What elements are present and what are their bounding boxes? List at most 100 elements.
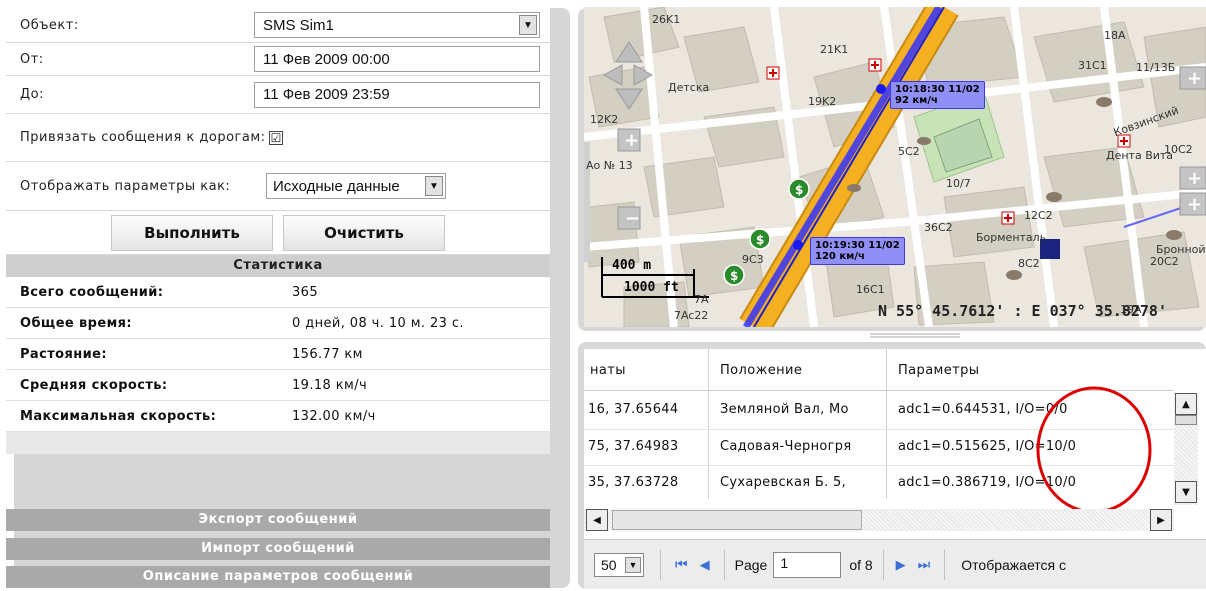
column-header-params[interactable]: Параметры [898, 363, 979, 378]
tooltip-time: 10:18:30 11/02 [895, 84, 980, 95]
tooltip-time: 10:19:30 11/02 [815, 240, 900, 251]
cell-coordinates: 16, 37.65644 [588, 402, 679, 417]
first-page-icon[interactable]: ⏮ [675, 556, 688, 573]
pan-right-button[interactable] [634, 65, 654, 87]
vertical-scrollbar[interactable]: ▲ ▼ [1174, 393, 1198, 505]
stats-spacer [6, 432, 550, 454]
to-row: До: 11 Фев 2009 23:59 [6, 76, 550, 114]
route-tooltip[interactable]: 10:19:30 11/02 120 км/ч [810, 237, 905, 265]
page-count-label: of 8 [849, 556, 873, 573]
column-header-location[interactable]: Положение [720, 363, 802, 378]
messages-grid: наты Положение Параметры 16, 37.65644 Зе… [584, 349, 1206, 589]
horizontal-scrollbar[interactable]: ◀ ▶ [584, 509, 1174, 531]
stat-value: 0 дней, 08 ч. 10 м. 23 с. [292, 315, 464, 331]
execute-button[interactable]: Выполнить [111, 214, 273, 251]
action-buttons: Выполнить Очистить [6, 211, 550, 255]
object-select[interactable]: SMS Sim1 ▼ [254, 12, 540, 38]
map-label: 21K1 [820, 43, 849, 56]
map-label: 19K2 [808, 95, 837, 108]
checkmark-icon: ☑ [270, 130, 282, 145]
stat-label: Максимальная скорость: [20, 408, 217, 424]
map-label: 12C2 [1024, 209, 1053, 222]
pager-separator [944, 549, 946, 580]
scroll-thumb[interactable] [1175, 415, 1197, 425]
snap-checkbox[interactable]: ☑ [269, 130, 283, 145]
map-label: 31C1 [1078, 59, 1107, 72]
pan-down-button[interactable] [616, 89, 642, 111]
hscroll-thumb[interactable] [612, 510, 862, 530]
last-page-icon[interactable]: ⏭ [918, 556, 931, 573]
map-canvas: + − + + + $$$ [584, 7, 1206, 327]
route-tooltip[interactable]: 10:18:30 11/02 92 км/ч [890, 81, 985, 109]
stat-row: Средняя скорость: 19.18 км/ч [6, 370, 550, 401]
pan-up-button[interactable] [616, 40, 642, 62]
display-mode-select[interactable]: Исходные данные ▼ [266, 173, 446, 199]
map-label: 11/13Б [1136, 61, 1176, 74]
scale-feet: 1000 ft [624, 280, 679, 295]
map-label: Дента Вита [1106, 149, 1174, 162]
stat-value: 19.18 км/ч [292, 377, 368, 393]
display-info-text: Отображается с [961, 556, 1067, 573]
map-label: 26K1 [652, 13, 681, 26]
display-row: Отображать параметры как: Исходные данны… [6, 162, 550, 211]
params-description-header[interactable]: Описание параметров сообщений [6, 566, 550, 588]
page-size-select[interactable]: 50 ▼ [594, 552, 644, 577]
highlight-circle [1036, 386, 1152, 514]
stats-table: Всего сообщений: 365 Общее время: 0 дней, … [6, 277, 550, 432]
map-label: Борменталь [976, 231, 1047, 244]
stat-value: 156.77 км [292, 346, 363, 362]
previous-page-icon[interactable]: ◀ [700, 557, 710, 573]
map-label: Ао № 13 [586, 159, 633, 172]
stat-label: Общее время: [20, 315, 132, 331]
clear-button[interactable]: Очистить [283, 214, 445, 251]
stat-row: Растояние: 156.77 км [6, 339, 550, 370]
tooltip-speed: 92 км/ч [895, 95, 938, 106]
object-row: Объект: SMS Sim1 ▼ [6, 8, 550, 43]
scale-meters: 400 m [612, 258, 652, 273]
cell-coordinates: 75, 37.64983 [588, 439, 679, 454]
cell-location: Сухаревская Б. 5, [720, 475, 846, 490]
display-mode-value: Исходные данные [273, 177, 400, 195]
map-label: 5C2 [898, 145, 920, 158]
page-number-input[interactable]: 1 [773, 551, 842, 578]
map-label: 12K2 [590, 113, 619, 126]
from-date-input[interactable]: 11 Фев 2009 00:00 [254, 46, 540, 72]
map-label: 20C2 [1150, 255, 1179, 268]
map-coordinates: N 55° 45.7612' : E 037° 35.8278' [878, 302, 1167, 320]
object-label: Объект: [20, 17, 79, 33]
svg-text:+: + [1187, 194, 1202, 215]
map-view[interactable]: + − + + + $ $ $ 26K1 21K1 Детска 19K2 12… [584, 7, 1206, 327]
column-header-coordinates[interactable]: наты [590, 363, 626, 378]
stats-heading[interactable]: Статистика [6, 255, 550, 277]
display-label: Отображать параметры как: [20, 178, 231, 194]
cell-location: Земляной Вал, Мо [720, 402, 849, 417]
to-date-input[interactable]: 11 Фев 2009 23:59 [254, 81, 540, 108]
scroll-up-icon[interactable]: ▲ [1175, 393, 1197, 415]
stat-label: Всего сообщений: [20, 284, 164, 300]
import-section-header[interactable]: Импорт сообщений [6, 538, 550, 560]
pager-separator [882, 549, 884, 580]
pager-separator [723, 549, 725, 580]
svg-text:+: + [1187, 68, 1202, 89]
splitter-handle[interactable] [870, 333, 960, 339]
scroll-right-icon[interactable]: ▶ [1150, 509, 1172, 531]
from-row: От: 11 Фев 2009 00:00 [6, 43, 550, 76]
stat-label: Средняя скорость: [20, 377, 168, 393]
pan-left-button[interactable] [602, 65, 622, 87]
export-section-header[interactable]: Экспорт сообщений [6, 509, 550, 531]
svg-text:$: $ [756, 233, 764, 247]
stat-value: 365 [292, 284, 319, 300]
svg-text:+: + [1187, 168, 1202, 189]
zoom-in-button[interactable] [618, 129, 640, 151]
snap-row: Привязать сообщения к дорогам: ☑ [6, 114, 550, 162]
map-label: 10/7 [946, 177, 971, 190]
query-form: Объект: SMS Sim1 ▼ От: 11 Фев 2009 00:00 … [6, 8, 550, 454]
next-page-icon[interactable]: ▶ [896, 557, 906, 573]
map-label: Детска [668, 81, 710, 94]
stat-row: Общее время: 0 дней, 08 ч. 10 м. 23 с. [6, 308, 550, 339]
zoom-out-button[interactable] [618, 207, 640, 229]
scroll-left-icon[interactable]: ◀ [586, 509, 608, 531]
svg-text:$: $ [730, 269, 738, 283]
snap-label: Привязать сообщения к дорогам: [20, 130, 266, 145]
scroll-down-icon[interactable]: ▼ [1175, 481, 1197, 503]
